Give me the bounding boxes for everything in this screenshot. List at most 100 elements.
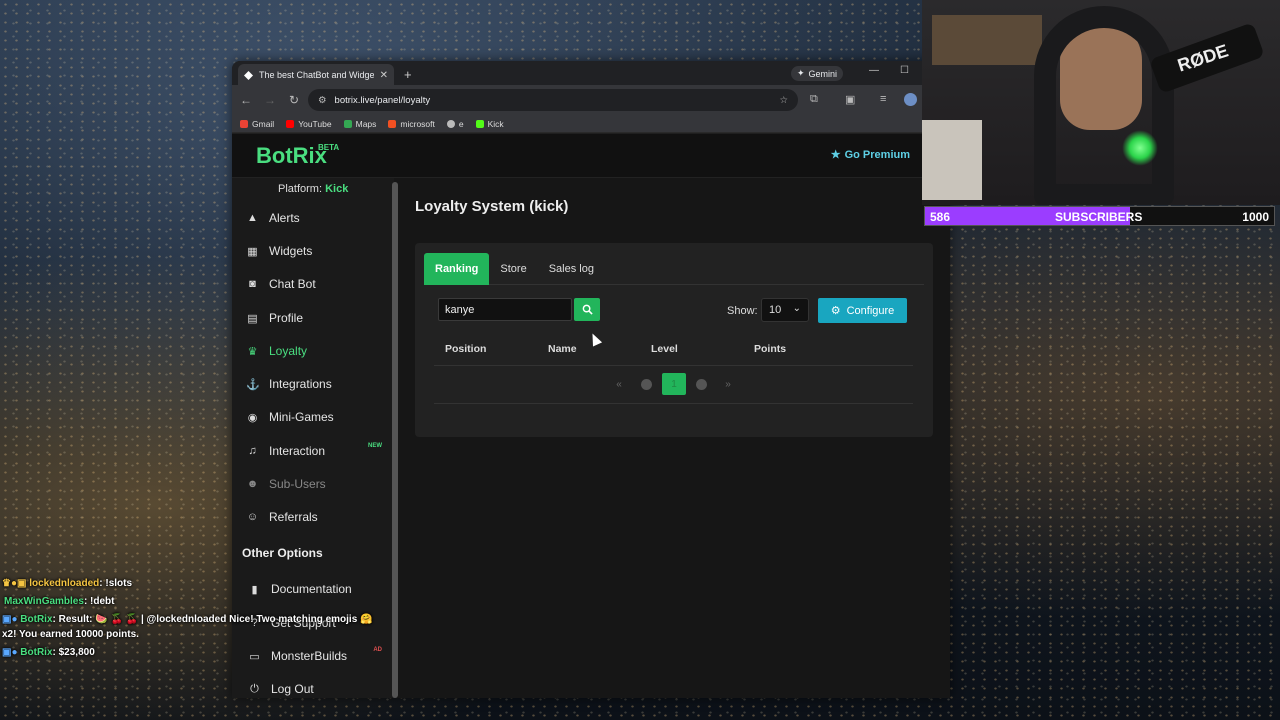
browser-toolbar: ← → ↻ ⚙ botrix.live/panel/loyalty ☆ ⧉ ▣ … — [232, 85, 950, 115]
last-page-button[interactable]: » — [716, 373, 740, 395]
sidebar-item-log-out[interactable]: ⏻ Log Out — [232, 674, 392, 698]
mic-light — [1122, 130, 1158, 166]
sidebar-item-chat-bot[interactable]: ◙ Chat Bot — [232, 269, 392, 299]
top-navbar: BotRix BETA ★ Go Premium — [232, 134, 950, 178]
bookmark-kick[interactable]: Kick — [475, 119, 504, 129]
tab-strip: The best ChatBot and Widgets ✕ + ✦ Gemin… — [232, 61, 950, 86]
robot-icon: ◙ — [249, 278, 256, 290]
maximize-icon[interactable]: ☐ — [900, 65, 909, 76]
sidebar-item-interaction[interactable]: ♫ Interaction NEW — [232, 436, 392, 466]
sidepanel-icon[interactable]: ▣ — [845, 93, 855, 106]
sidebar-item-alerts[interactable]: ▲ Alerts — [232, 203, 392, 233]
sidebar-item-profile[interactable]: ▤ Profile — [232, 303, 392, 333]
tab-sales-log[interactable]: Sales log — [538, 253, 605, 285]
sidebar-item-mini-games[interactable]: ◉ Mini-Games — [232, 402, 392, 432]
new-badge: NEW — [368, 443, 382, 449]
beta-badge: BETA — [318, 143, 340, 152]
microsoft-icon — [388, 119, 397, 128]
kick-icon — [475, 119, 484, 128]
reload-icon[interactable]: ↻ — [288, 93, 300, 107]
users-icon: ☻ — [246, 478, 259, 490]
subscriber-count: 586 — [930, 210, 951, 224]
ad-badge: AD — [373, 647, 382, 653]
tab-ranking[interactable]: Ranking — [424, 253, 490, 285]
page-size-select[interactable]: 10 ⌄ — [761, 298, 809, 322]
minimize-icon[interactable]: — — [869, 65, 879, 76]
loyalty-tabs: Ranking Store Sales log — [424, 253, 924, 285]
maps-icon — [343, 119, 352, 128]
user-plus-icon: ☺ — [246, 511, 259, 523]
id-card-icon: ▤ — [247, 312, 258, 325]
column-level[interactable]: Level — [651, 343, 678, 355]
botrix-logo[interactable]: BotRix — [256, 143, 327, 169]
prev-page-icon — [640, 378, 652, 390]
platform-value: Kick — [325, 183, 349, 195]
star-icon: ★ — [830, 149, 841, 161]
gemini-button[interactable]: ✦ Gemini — [791, 66, 844, 81]
back-icon[interactable]: ← — [240, 93, 252, 107]
platform-indicator: Platform: Kick — [278, 183, 349, 195]
extensions-icon[interactable]: ⧉ — [810, 93, 818, 106]
bookmark-star-icon[interactable]: ☆ — [779, 95, 788, 106]
search-button[interactable] — [574, 298, 600, 321]
gamepad-icon: ◉ — [247, 411, 258, 424]
pc-case — [922, 120, 982, 200]
search-input[interactable]: kanye — [438, 298, 572, 321]
subscriber-goal-bar: 586 SUBSCRIBERS 1000 — [924, 206, 1275, 226]
botrix-favicon-icon — [244, 70, 253, 80]
subscriber-label: SUBSCRIBERS — [1055, 210, 1143, 224]
gears-icon: ⚙ — [830, 305, 841, 317]
bookmark-microsoft[interactable]: microsoft — [388, 119, 435, 129]
browser-tab[interactable]: The best ChatBot and Widgets ✕ — [238, 64, 394, 86]
sidebar-scrollbar[interactable] — [392, 182, 398, 698]
sidebar-item-loyalty[interactable]: ♛ Loyalty — [232, 336, 392, 366]
music-icon: ♫ — [248, 445, 257, 457]
badge-icons: ♛●▣ — [2, 578, 30, 589]
search-icon — [582, 304, 593, 315]
column-points[interactable]: Points — [754, 343, 786, 355]
go-premium-link[interactable]: ★ Go Premium — [830, 148, 910, 162]
loyalty-card: Ranking Store Sales log kanye Show: 10 ⌄… — [415, 243, 933, 437]
next-page-button[interactable] — [689, 373, 713, 395]
sidebar-item-referrals[interactable]: ☺ Referrals — [232, 502, 392, 532]
address-bar[interactable]: ⚙ botrix.live/panel/loyalty ☆ — [308, 89, 798, 111]
book-icon: ▮ — [251, 583, 258, 596]
configure-button[interactable]: ⚙ Configure — [818, 298, 907, 323]
site-info-icon[interactable]: ⚙ — [318, 95, 327, 106]
sidebar-item-widgets[interactable]: ▦ Widgets — [232, 236, 392, 266]
browser-window: The best ChatBot and Widgets ✕ + ✦ Gemin… — [232, 61, 950, 698]
sidebar-item-integrations[interactable]: ⚓ Integrations — [232, 369, 392, 399]
chat-message: ♛●▣ lockednloaded: !slots — [2, 578, 133, 589]
bookmark-maps[interactable]: Maps — [343, 119, 376, 129]
page-1-button[interactable]: 1 — [662, 373, 686, 395]
webcam-feed: RØDE — [922, 0, 1280, 205]
sidebar-item-monsterbuilds[interactable]: ▭ MonsterBuilds AD — [232, 641, 392, 671]
plug-icon: ⚓ — [246, 378, 260, 391]
sidebar-item-documentation[interactable]: ▮ Documentation — [232, 574, 392, 604]
prev-page-button[interactable] — [634, 373, 658, 395]
show-label: Show: — [727, 305, 758, 317]
close-tab-icon[interactable]: ✕ — [380, 70, 388, 81]
profile-avatar[interactable] — [904, 93, 917, 106]
chevron-down-icon: ⌄ — [792, 303, 801, 314]
chat-message: ▣● BotRix: Result: 🍉 🍒 🍒 | @lockednloade… — [2, 614, 373, 625]
bookmark-e[interactable]: e — [446, 119, 464, 129]
chat-message-continued: x2! You earned 10000 points. — [2, 629, 139, 640]
chat-message: ▣● BotRix: $23,800 — [2, 647, 95, 658]
forward-icon[interactable]: → — [264, 93, 276, 107]
first-page-button[interactable]: « — [607, 373, 631, 395]
globe-icon — [446, 119, 455, 128]
bookmark-youtube[interactable]: YouTube — [286, 119, 332, 129]
main-content: Loyalty System (kick) Ranking Store Sale… — [415, 178, 950, 698]
media-icon[interactable]: ≡ — [880, 93, 886, 105]
tab-store[interactable]: Store — [489, 253, 537, 285]
bookmark-gmail[interactable]: Gmail — [240, 119, 274, 129]
column-name[interactable]: Name — [548, 343, 577, 355]
trophy-icon: ♛ — [247, 345, 258, 358]
sidebar-item-sub-users[interactable]: ☻ Sub-Users — [232, 469, 392, 499]
column-position[interactable]: Position — [445, 343, 486, 355]
new-tab-button[interactable]: + — [404, 67, 412, 82]
bot-badge-icon: ▣● — [2, 647, 21, 658]
next-page-icon — [695, 378, 707, 390]
laptop-icon: ▭ — [249, 650, 260, 663]
